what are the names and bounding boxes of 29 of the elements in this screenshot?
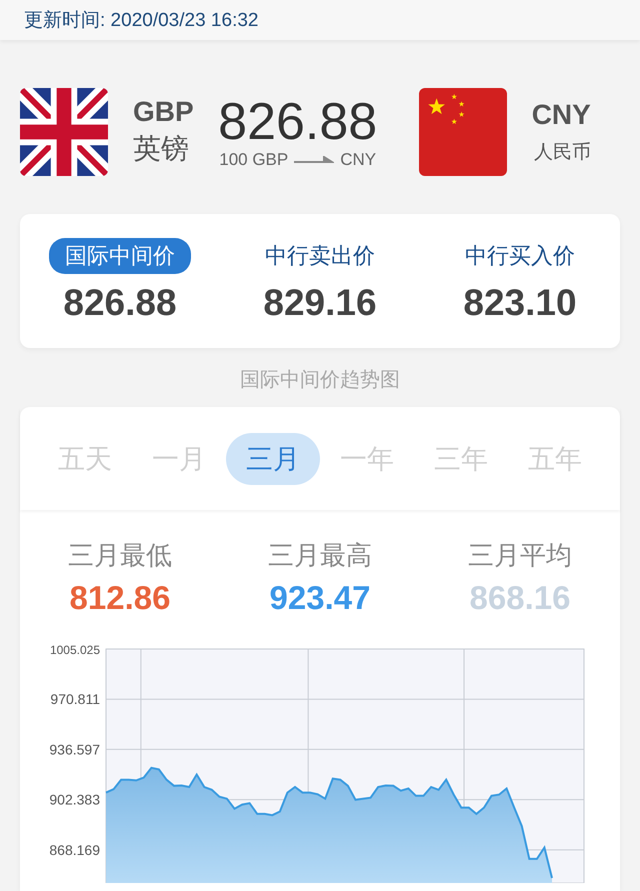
flag-icon [20, 88, 108, 176]
chart-title: 国际中间价趋势图 [240, 369, 400, 391]
period-tab[interactable]: 三月 [226, 432, 320, 484]
currency-code: CNY [340, 150, 376, 170]
currency-name: 英镑 [133, 132, 190, 166]
price-tab[interactable]: 中行买入价 [449, 238, 591, 274]
stat-value: 923.47 [270, 579, 370, 617]
flag-icon [418, 88, 507, 176]
stat-value: 812.86 [70, 579, 170, 617]
axis-label: 936.597 [49, 741, 100, 758]
exchange-rate: 826.88 [218, 94, 378, 150]
arrow-icon [294, 156, 334, 164]
axis-label: 970.811 [50, 691, 100, 708]
price-value: 829.16 [263, 282, 377, 324]
axis-label: 868.169 [49, 842, 100, 858]
price-tab[interactable]: 中行卖出价 [249, 238, 391, 274]
axis-label: 902.383 [49, 792, 100, 808]
currency-name: 人民币 [534, 141, 591, 165]
update-time: 更新时间: 2020/03/23 16:32 [24, 9, 258, 33]
stat-label: 三月最低 [68, 539, 172, 572]
currency-code: GBP [133, 96, 194, 128]
price-tab[interactable]: 国际中间价 [49, 238, 191, 274]
stat-label: 三月最高 [268, 539, 372, 572]
stat-label: 三月平均 [468, 539, 572, 572]
currency-code: CNY [532, 99, 591, 131]
amount-text: 100 GBP [219, 150, 288, 170]
axis-label: 1005.025 [50, 643, 100, 657]
price-value: 826.88 [63, 282, 177, 324]
price-value: 823.10 [463, 282, 577, 324]
